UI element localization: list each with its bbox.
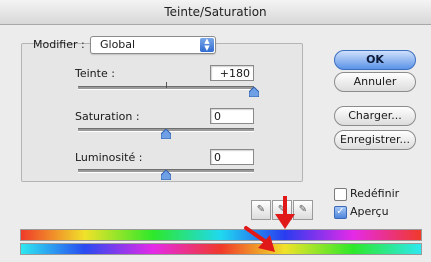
preview-label: Aperçu [350,205,389,218]
output-color-bar [20,243,422,255]
load-button[interactable]: Charger... [334,106,416,126]
lightness-slider-thumb[interactable] [161,170,171,180]
modifier-selected-value: Global [100,38,136,51]
colorize-checkbox[interactable] [334,188,347,201]
lightness-field[interactable]: 0 [210,149,254,165]
hue-saturation-dialog: Teinte/Saturation Modifier : Global ▲ ▼ T… [0,0,431,262]
preview-checkbox[interactable]: ✓ [334,206,347,219]
dialog-title: Teinte/Saturation [0,0,431,25]
hue-slider-thumb[interactable] [249,87,259,97]
saturation-field[interactable]: 0 [210,108,254,124]
adjustment-group [21,43,303,182]
saturation-label: Saturation : [75,110,140,123]
hue-center-tick [166,82,167,88]
red-arrow-diagonal-icon [244,226,275,252]
saturation-slider-thumb[interactable] [161,129,171,139]
hue-label: Teinte : [75,67,115,80]
ok-button[interactable]: OK [334,50,416,70]
modifier-select[interactable]: Global ▲ ▼ [90,36,216,54]
eyedropper-icon[interactable]: ✎ [251,200,271,220]
modifier-label: Modifier : [33,38,85,51]
lightness-label: Luminosité : [75,151,143,164]
chevron-up-down-icon: ▲ ▼ [200,38,214,52]
hue-field[interactable]: +180 [210,65,254,81]
eyedropper-minus-icon[interactable]: ✎ [293,200,313,220]
save-button[interactable]: Enregistrer... [334,130,416,150]
cancel-button[interactable]: Annuler [334,72,416,92]
colorize-label: Redéfinir [350,187,400,200]
input-color-bar [20,229,422,241]
